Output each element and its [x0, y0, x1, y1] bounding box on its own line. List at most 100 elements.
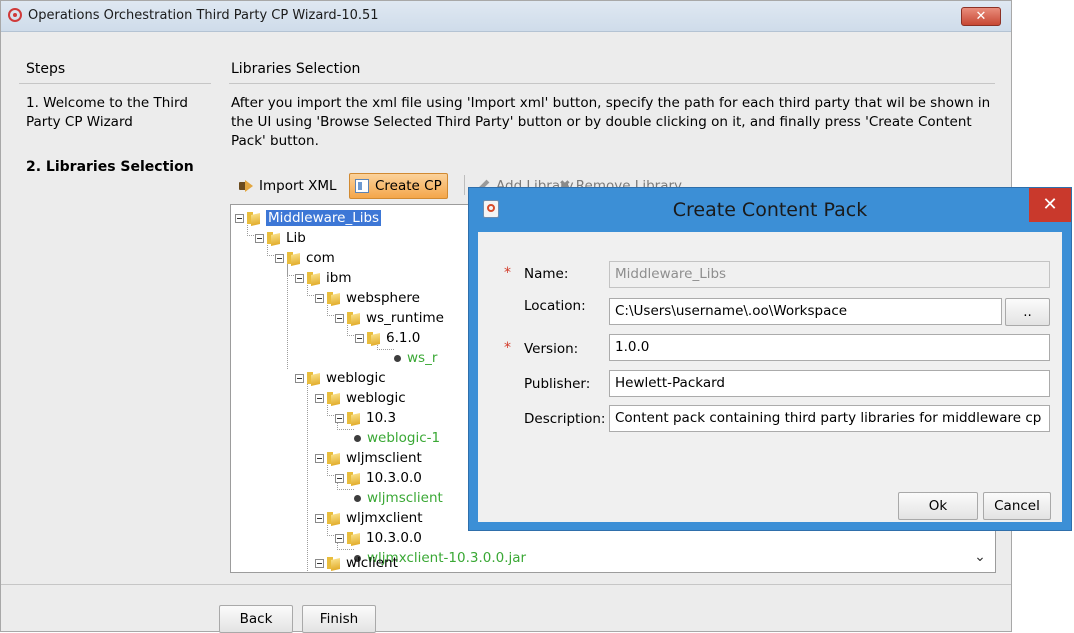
tree-item-label: 10.3.0.0 [366, 530, 422, 546]
folder-icon [327, 451, 342, 465]
collapse-icon[interactable] [255, 233, 264, 243]
back-button[interactable]: Back [219, 605, 293, 633]
content-pack-icon [355, 179, 369, 193]
location-field[interactable]: C:\Users\username\.oo\Workspace [609, 298, 1002, 325]
tree-item-ws-runtime[interactable]: ws_runtime [335, 308, 444, 328]
tree-item-label: websphere [346, 290, 420, 306]
collapse-icon[interactable] [315, 393, 324, 403]
tree-item-label: weblogic-1 [367, 430, 441, 446]
tree-item-wljmxclient[interactable]: wljmxclient [315, 508, 423, 528]
steps-header: Steps [26, 61, 66, 77]
version-label: Version: [524, 341, 579, 357]
dialog-close-button[interactable]: ✕ [1029, 188, 1071, 222]
folder-icon [267, 231, 282, 245]
tree-item-label: 6.1.0 [386, 330, 421, 346]
tree-item-label: wljmxclient [346, 510, 423, 526]
folder-icon [327, 511, 342, 525]
folder-icon [327, 391, 342, 405]
wizard-title-bar: Operations Orchestration Third Party CP … [1, 1, 1011, 32]
tree-item-label: Lib [286, 230, 306, 246]
description-label: Description: [524, 411, 606, 427]
tree-item-ws-jar[interactable]: ws_r [394, 348, 437, 368]
tree-item-wlclient[interactable]: wlclient [315, 553, 398, 572]
tree-item-weblogic[interactable]: weblogic [295, 368, 386, 388]
location-label: Location: [524, 298, 586, 314]
collapse-icon[interactable] [335, 473, 344, 483]
tree-item-com[interactable]: com [275, 248, 335, 268]
ok-button[interactable]: Ok [898, 492, 978, 520]
collapse-icon[interactable] [315, 453, 324, 463]
collapse-icon[interactable] [275, 253, 284, 263]
required-marker: * [504, 340, 511, 356]
step-libraries-selection: 2. Libraries Selection [26, 159, 194, 175]
tree-item-label: 10.3 [366, 410, 397, 426]
dialog-body: * Name: Middleware_Libs Location: C:\Use… [478, 232, 1062, 522]
tree-item-wljmxclient-version[interactable]: 10.3.0.0 [335, 528, 422, 548]
wizard-close-button[interactable]: ✕ [961, 7, 1001, 26]
tree-item-websphere[interactable]: websphere [315, 288, 420, 308]
import-xml-label: Import XML [259, 178, 337, 194]
collapse-icon[interactable] [335, 313, 344, 323]
publisher-label: Publisher: [524, 376, 591, 392]
tree-item-weblogic-jar[interactable]: weblogic-1 [354, 428, 440, 448]
name-label: Name: [524, 266, 569, 282]
create-cp-label: Create CP [375, 178, 442, 194]
collapse-icon[interactable] [355, 333, 364, 343]
publisher-field[interactable]: Hewlett-Packard [609, 370, 1050, 397]
step-welcome: 1. Welcome to the Third Party CP Wizard [26, 95, 188, 130]
collapse-icon[interactable] [295, 373, 304, 383]
instructions-text: After you import the xml file using 'Imp… [231, 95, 991, 149]
collapse-icon[interactable] [335, 413, 344, 423]
folder-icon [367, 331, 382, 345]
dialog-title: Create Content Pack [672, 199, 868, 221]
collapse-icon[interactable] [335, 533, 344, 543]
tree-item-middleware-libs[interactable]: Middleware_Libs [235, 208, 382, 228]
tree-item-label: weblogic [326, 370, 386, 386]
tree-item-wljmsclient-jar[interactable]: wljmsclient [354, 488, 443, 508]
tree-item-version-10-3[interactable]: 10.3 [335, 408, 396, 428]
collapse-icon[interactable] [235, 213, 244, 223]
folder-icon [307, 271, 322, 285]
tree-item-label: weblogic [346, 390, 406, 406]
chevron-down-icon[interactable]: ⌄ [970, 547, 990, 567]
tree-item-label: 10.3.0.0 [366, 470, 422, 486]
tree-item-wljmsclient-version[interactable]: 10.3.0.0 [335, 468, 422, 488]
collapse-icon[interactable] [315, 558, 324, 568]
tree-item-label: ibm [326, 270, 352, 286]
create-cp-button[interactable]: Create CP [349, 173, 448, 199]
folder-icon [247, 211, 262, 225]
folder-icon [327, 291, 342, 305]
section-divider [229, 83, 995, 84]
folder-icon [347, 411, 362, 425]
tree-item-lib[interactable]: Lib [255, 228, 306, 248]
collapse-icon[interactable] [315, 293, 324, 303]
tree-item-version-6-1-0[interactable]: 6.1.0 [355, 328, 420, 348]
create-content-pack-dialog: Create Content Pack ✕ * Name: Middleware… [468, 187, 1072, 531]
version-field[interactable]: 1.0.0 [609, 334, 1050, 361]
required-marker: * [504, 265, 511, 281]
collapse-icon[interactable] [295, 273, 304, 283]
tree-item-weblogic-sub[interactable]: weblogic [315, 388, 406, 408]
folder-icon [347, 531, 362, 545]
footer-divider [1, 584, 1011, 585]
tree-item-label: wlclient [346, 555, 398, 571]
wizard-title: Operations Orchestration Third Party CP … [28, 8, 379, 23]
cancel-button[interactable]: Cancel [983, 492, 1051, 520]
tree-item-label: ws_runtime [366, 310, 444, 326]
collapse-icon[interactable] [315, 513, 324, 523]
file-dot-icon [354, 494, 361, 502]
browse-location-button[interactable]: .. [1005, 298, 1050, 326]
folder-icon [347, 471, 362, 485]
description-field[interactable]: Content pack containing third party libr… [609, 405, 1050, 432]
name-field[interactable]: Middleware_Libs [609, 261, 1050, 288]
import-xml-button[interactable]: Import XML [239, 174, 337, 198]
tree-item-label: ws_r [407, 350, 438, 366]
folder-icon [307, 371, 322, 385]
file-dot-icon [394, 354, 401, 362]
tree-connector [307, 379, 318, 572]
tree-item-label: Middleware_Libs [266, 210, 382, 226]
finish-button[interactable]: Finish [302, 605, 376, 633]
tree-item-ibm[interactable]: ibm [295, 268, 351, 288]
tree-item-label: com [306, 250, 335, 266]
tree-item-wljmsclient[interactable]: wljmsclient [315, 448, 422, 468]
